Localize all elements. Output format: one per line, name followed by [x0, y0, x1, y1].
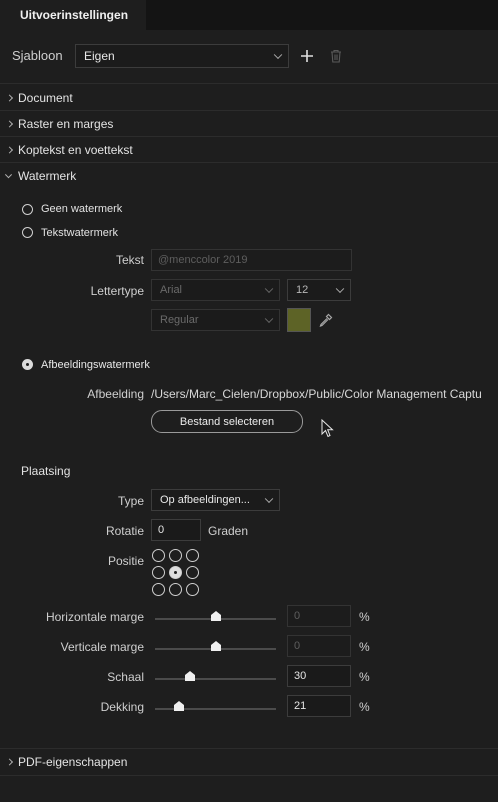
v-margin-thumb[interactable]: [210, 640, 222, 652]
select-file-label: Bestand selecteren: [179, 415, 275, 428]
image-field-label: Afbeelding: [87, 387, 144, 401]
delete-template-button[interactable]: [329, 48, 343, 64]
font-family-select[interactable]: Arial: [151, 279, 280, 301]
section-document[interactable]: Document: [0, 85, 498, 111]
font-family-value: Arial: [160, 284, 183, 296]
divider: [0, 775, 498, 776]
add-template-button[interactable]: [299, 48, 315, 64]
placement-title: Plaatsing: [21, 464, 71, 478]
template-label: Sjabloon: [12, 48, 63, 63]
position-middle-right[interactable]: [186, 566, 199, 579]
chevron-down-icon: [335, 284, 345, 294]
eyedropper-icon: [319, 313, 333, 327]
plus-icon: [301, 50, 313, 62]
chevron-right-icon: [5, 146, 14, 154]
divider: [0, 83, 498, 84]
image-path: /Users/Marc_Cielen/Dropbox/Public/Color …: [151, 387, 482, 401]
h-margin-unit: %: [359, 610, 370, 624]
template-value: Eigen: [84, 49, 115, 63]
h-margin-thumb[interactable]: [210, 610, 222, 622]
font-size-select[interactable]: 12: [287, 279, 351, 301]
scale-value: 30: [294, 670, 307, 682]
position-bottom-center[interactable]: [169, 583, 182, 596]
watermark-text-placeholder: @menccolor 2019: [158, 254, 248, 266]
section-document-label: Document: [18, 91, 73, 105]
opacity-unit: %: [359, 700, 370, 714]
v-margin-unit: %: [359, 640, 370, 654]
radio-no-watermark[interactable]: [22, 204, 33, 215]
v-margin-input[interactable]: 0: [287, 635, 351, 657]
section-grid-label: Raster en marges: [18, 117, 114, 131]
position-top-right[interactable]: [186, 549, 199, 562]
tab-output-settings[interactable]: Uitvoerinstellingen: [0, 0, 146, 30]
opacity-value: 21: [294, 700, 307, 712]
section-pdf-properties[interactable]: PDF-eigenschappen: [0, 749, 498, 775]
radio-text-watermark[interactable]: [22, 227, 33, 238]
v-margin-value: 0: [294, 640, 301, 652]
chevron-right-icon: [5, 758, 14, 766]
chevron-right-icon: [5, 120, 14, 128]
position-middle-left[interactable]: [152, 566, 165, 579]
opacity-label: Dekking: [100, 700, 144, 714]
template-select[interactable]: Eigen: [75, 44, 289, 68]
position-label: Positie: [107, 554, 144, 568]
trash-icon: [331, 49, 341, 63]
tab-title: Uitvoerinstellingen: [20, 8, 129, 22]
position-top-left[interactable]: [152, 549, 165, 562]
position-top-center[interactable]: [169, 549, 182, 562]
mouse-cursor-icon: [321, 419, 334, 438]
chevron-down-icon: [264, 314, 274, 324]
font-size-value: 12: [296, 284, 309, 296]
font-style-value: Regular: [160, 314, 199, 326]
eyedropper-button[interactable]: [318, 312, 334, 328]
opacity-thumb[interactable]: [173, 700, 185, 712]
scale-thumb[interactable]: [184, 670, 196, 682]
placement-type-select[interactable]: Op afbeeldingen...: [151, 489, 280, 511]
radio-image-watermark[interactable]: [22, 359, 33, 370]
rotation-input[interactable]: 0: [151, 519, 201, 541]
chevron-right-icon: [5, 94, 14, 102]
rotation-value: 0: [158, 524, 165, 536]
select-file-button[interactable]: Bestand selecteren: [151, 410, 303, 433]
rotation-unit: Graden: [208, 524, 249, 538]
chevron-down-icon: [4, 171, 13, 179]
rotation-label: Rotatie: [105, 524, 144, 538]
section-watermark[interactable]: Watermerk: [0, 163, 498, 189]
position-center[interactable]: [169, 566, 182, 579]
h-margin-value: 0: [294, 610, 301, 622]
opacity-input[interactable]: 21: [287, 695, 351, 717]
watermark-text-input[interactable]: @menccolor 2019: [151, 249, 352, 271]
chevron-down-icon: [264, 494, 274, 504]
image-watermark-label: Afbeeldingswatermerk: [41, 359, 150, 371]
font-label: Lettertype: [90, 284, 144, 298]
text-watermark-label: Tekstwatermerk: [41, 227, 119, 239]
chevron-down-icon: [264, 284, 274, 294]
v-margin-label: Verticale marge: [60, 640, 144, 654]
placement-type-value: Op afbeeldingen...: [160, 494, 250, 506]
position-bottom-right[interactable]: [186, 583, 199, 596]
section-grid-margins[interactable]: Raster en marges: [0, 111, 498, 137]
no-watermark-label: Geen watermerk: [41, 203, 123, 215]
font-style-select[interactable]: Regular: [151, 309, 280, 331]
h-margin-label: Horizontale marge: [45, 610, 144, 624]
h-margin-input[interactable]: 0: [287, 605, 351, 627]
type-label: Type: [117, 494, 144, 508]
position-bottom-left[interactable]: [152, 583, 165, 596]
section-header-footer[interactable]: Koptekst en voettekst: [0, 137, 498, 163]
section-watermark-label: Watermerk: [18, 169, 77, 183]
scale-unit: %: [359, 670, 370, 684]
section-header-label: Koptekst en voettekst: [18, 143, 133, 157]
color-swatch[interactable]: [287, 308, 311, 332]
chevron-down-icon: [273, 50, 283, 60]
scale-label: Schaal: [107, 670, 144, 684]
text-field-label: Tekst: [115, 253, 144, 267]
section-pdf-label: PDF-eigenschappen: [18, 755, 128, 769]
scale-track[interactable]: [155, 678, 276, 680]
scale-input[interactable]: 30: [287, 665, 351, 687]
